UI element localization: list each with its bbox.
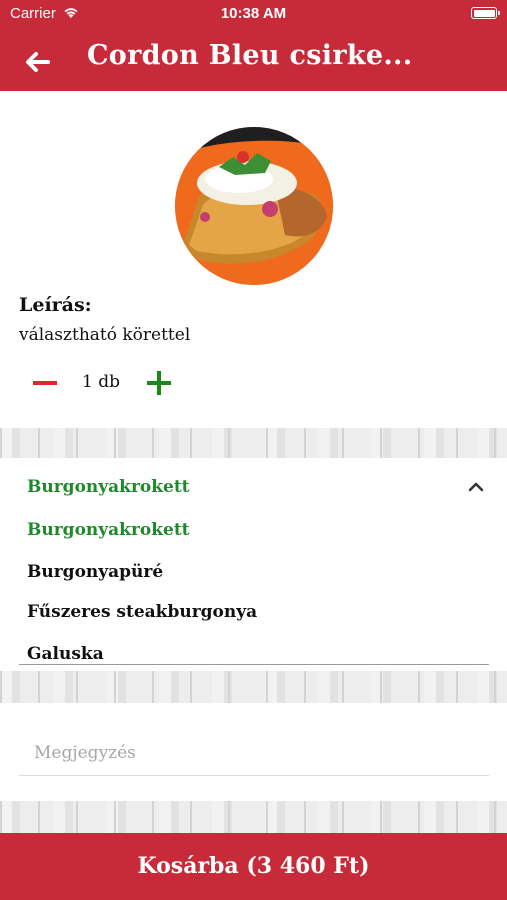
select-underline: [19, 664, 489, 665]
wood-divider: [0, 671, 507, 703]
status-bar: Carrier 10:38 AM: [0, 0, 507, 28]
side-dish-selected[interactable]: Burgonyakrokett: [27, 477, 190, 497]
page-title: Cordon Bleu csirke...: [87, 40, 413, 71]
wood-divider: [0, 801, 507, 833]
battery-icon: [471, 7, 500, 19]
wood-divider: [0, 428, 507, 458]
chevron-up-icon[interactable]: [468, 482, 484, 492]
clock: 10:38 AM: [220, 5, 287, 22]
note-underline: [19, 775, 489, 776]
back-arrow-icon[interactable]: [22, 47, 52, 77]
side-option-burgonyakrokett[interactable]: Burgonyakrokett: [27, 520, 190, 540]
nav-bar: Carrier 10:38 AM Cordon Bleu csirke...: [0, 0, 507, 91]
note-input[interactable]: Megjegyzés: [34, 743, 136, 763]
side-option-burgonyapure[interactable]: Burgonyapüré: [27, 562, 163, 582]
description-text: választható körettel: [19, 325, 191, 345]
food-photo-icon: [175, 127, 333, 285]
product-image: [175, 127, 333, 285]
side-option-galuska[interactable]: Galuska: [27, 644, 104, 664]
quantity-value: 1 db: [82, 372, 120, 392]
increase-quantity-button[interactable]: [147, 371, 171, 395]
side-option-steakburgonya[interactable]: Fűszeres steakburgonya: [27, 602, 257, 622]
description-label: Leírás:: [19, 294, 92, 316]
add-to-cart-button[interactable]: Kosárba (3 460 Ft): [0, 833, 507, 900]
decrease-quantity-button[interactable]: [33, 381, 57, 385]
